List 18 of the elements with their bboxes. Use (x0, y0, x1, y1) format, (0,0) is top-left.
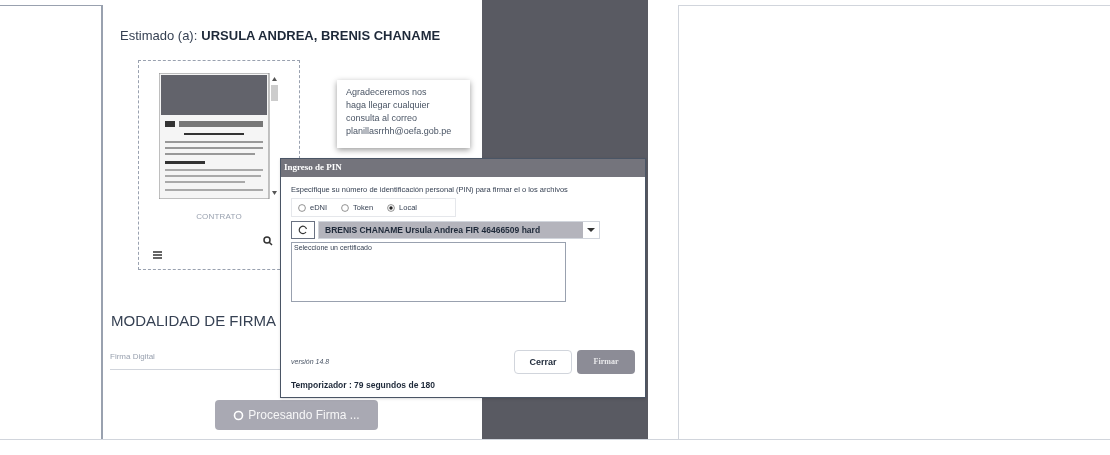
contact-tooltip: Agradeceremos nos haga llegar cualquier consulta al correo planillasrrhh@oefa.gob.pe (337, 79, 470, 148)
menu-icon[interactable] (153, 250, 162, 259)
radio-button[interactable] (341, 203, 350, 212)
dialog-title: Ingreso de PIN (281, 159, 645, 177)
refresh-button[interactable] (291, 221, 315, 240)
section-title: MODALIDAD DE FIRMA (110, 310, 277, 331)
timer-label: Temporizador : 79 segundos de 180 (291, 379, 436, 393)
zoom-icon[interactable] (263, 235, 273, 246)
certificate-select[interactable]: BRENIS CHANAME Ursula Andrea FIR 46466509 hard (318, 221, 600, 240)
refresh-icon (298, 225, 308, 236)
spinner-icon (233, 409, 245, 421)
dialog-button[interactable]: Cerrar (514, 350, 572, 375)
dropdown-caret-icon (583, 222, 599, 239)
greeting-label: Estimado (a): (120, 27, 198, 45)
document-caption: CONTRATO (196, 210, 242, 223)
radio-button[interactable] (298, 203, 306, 212)
recipient-name: URSULA ANDREA, BRENIS CHANAME (201, 27, 441, 45)
radio-button[interactable] (387, 203, 396, 212)
